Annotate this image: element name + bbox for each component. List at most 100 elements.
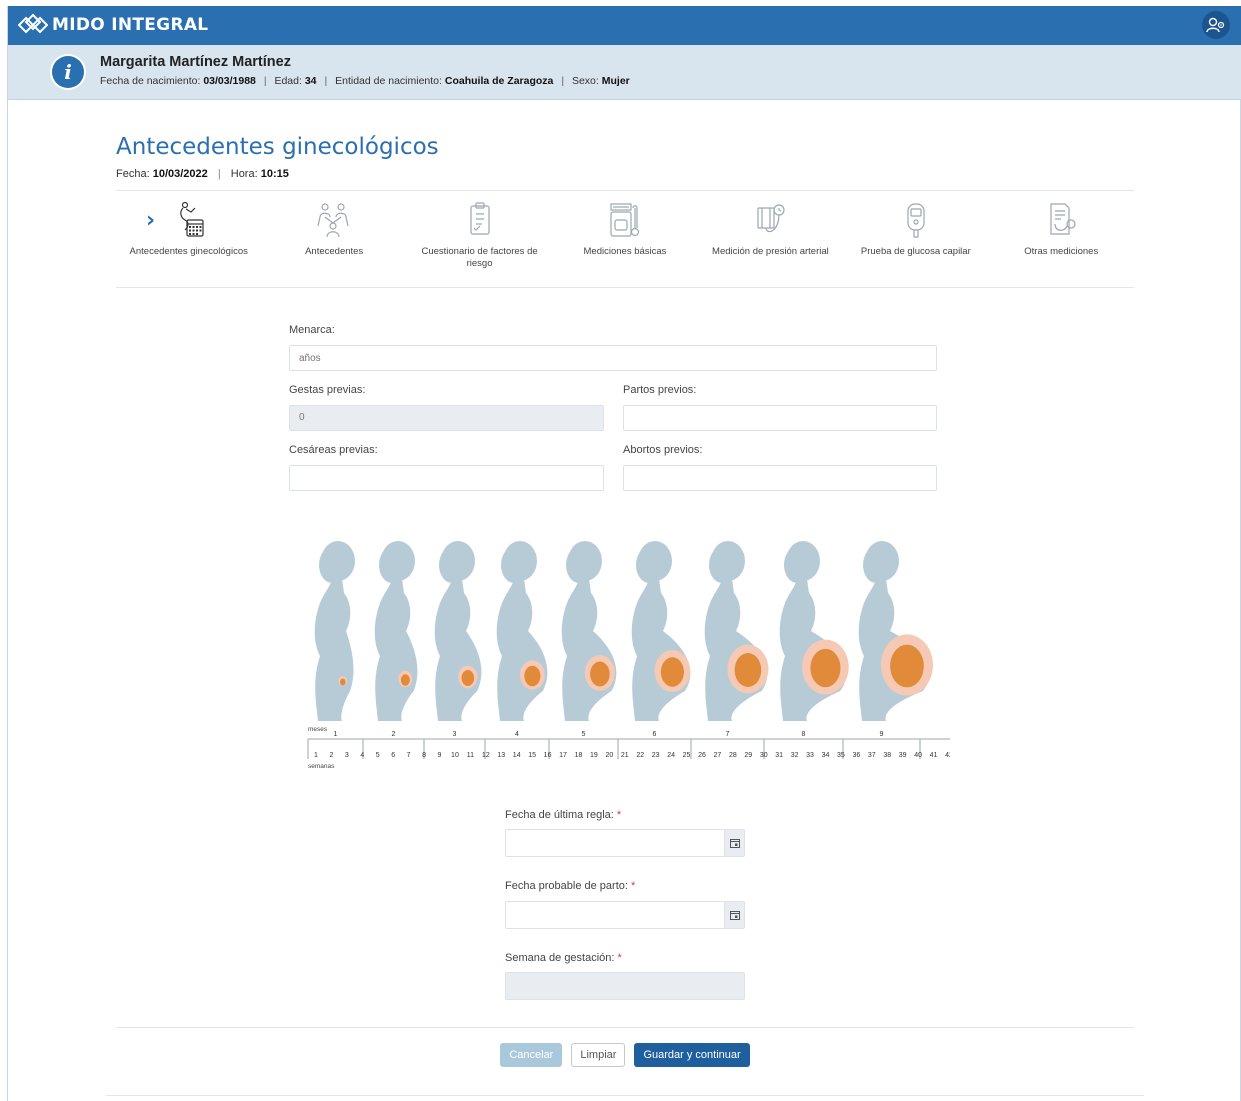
app-frame: MIDO INTEGRAL i Margarita Martínez Martí… — [7, 6, 1241, 1101]
fur-label: Fecha de última regla: * — [505, 809, 621, 821]
month-tick-label: 9 — [880, 731, 884, 738]
time-value: 10:15 — [260, 168, 289, 180]
week-tick-label: 2 — [329, 752, 333, 759]
fpp-label: Fecha probable de parto: * — [505, 880, 635, 892]
abortos-label: Abortos previos: — [623, 444, 703, 456]
month-tick-label: 3 — [453, 731, 457, 738]
step-mediciones-basicas[interactable]: Mediciones básicas — [552, 191, 697, 287]
month-tick-label: 6 — [653, 731, 657, 738]
week-tick-label: 13 — [497, 752, 505, 759]
silhouette-hair — [784, 547, 810, 583]
week-tick-label: 39 — [899, 752, 907, 759]
pregnancy-stages-illustration: meses semanas 1 2 3 4 5 6 7 8 9 1 2 3 4 5 6 7 8 9 10 11 12 13 14… — [300, 531, 955, 771]
step-antecedentes-ginecologicos[interactable]: › Antecedentes ginecológicos — [116, 191, 261, 287]
month-tick-label: 1 — [334, 731, 338, 738]
clear-button[interactable]: Limpiar — [571, 1043, 626, 1067]
steps-nav: › Antecedentes ginecológicos Antecedente… — [116, 190, 1134, 288]
week-tick-label: 10 — [451, 752, 459, 759]
week-tick-label: 7 — [407, 752, 411, 759]
required-mark: * — [617, 952, 622, 964]
week-tick-label: 14 — [513, 752, 521, 759]
scale-thermometer-icon — [610, 203, 640, 237]
birth-label: Fecha de nacimiento: — [100, 75, 201, 87]
cesareas-input[interactable] — [289, 465, 604, 491]
silhouette-body — [496, 579, 548, 721]
step-cuestionario[interactable]: Cuestionario de factores de riesgo — [407, 191, 552, 287]
entity-value: Coahuila de Zaragoza — [444, 75, 554, 87]
week-tick-label: 41 — [930, 752, 938, 759]
week-tick-label: 11 — [467, 752, 474, 759]
logo-icon — [18, 13, 48, 34]
step-glucosa-capilar[interactable]: Prueba de glucosa capilar — [843, 191, 988, 287]
silhouette-hair — [379, 547, 405, 583]
silhouette-body — [434, 579, 482, 721]
menarca-input[interactable] — [289, 345, 937, 371]
gestas-input[interactable]: 0 — [289, 405, 604, 431]
silhouette-hair — [709, 547, 735, 583]
divider — [116, 1027, 1134, 1028]
week-tick-label: 35 — [837, 752, 845, 759]
week-tick-label: 29 — [744, 752, 752, 759]
patient-name: Margarita Martínez Martínez — [100, 54, 291, 70]
week-tick-label: 27 — [714, 752, 722, 759]
fur-calendar-button[interactable] — [724, 830, 744, 856]
abortos-input[interactable] — [623, 465, 937, 491]
blood-pressure-icon — [757, 204, 785, 233]
app-logo[interactable]: MIDO INTEGRAL — [18, 12, 208, 38]
fpp-calendar-button[interactable] — [724, 902, 744, 928]
week-tick-label: 36 — [852, 752, 860, 759]
user-settings-button[interactable] — [1202, 11, 1230, 39]
date-label: Fecha: — [116, 168, 150, 180]
partos-input[interactable] — [623, 405, 937, 431]
month-tick-label: 4 — [515, 731, 519, 738]
age-label: Edad: — [274, 75, 302, 87]
step-otras-mediciones[interactable]: Otras mediciones — [989, 191, 1134, 287]
required-mark: * — [616, 809, 622, 821]
info-icon: i — [52, 56, 84, 88]
silhouette-body — [314, 579, 354, 721]
fetus — [524, 665, 541, 687]
birth-value: 03/03/1988 — [203, 75, 256, 87]
week-tick-label: 9 — [438, 752, 442, 759]
step-antecedentes[interactable]: Antecedentes — [261, 191, 406, 287]
step-presion-arterial[interactable]: Medición de presión arterial — [698, 191, 843, 287]
week-tick-label: 20 — [605, 752, 613, 759]
week-tick-label: 30 — [760, 752, 768, 759]
fur-date-input[interactable] — [505, 829, 745, 857]
fur-label-text: Fecha de última regla: — [505, 809, 614, 821]
month-tick-label: 5 — [582, 731, 586, 738]
semana-input[interactable] — [505, 972, 745, 1000]
step-label: Otras mediciones — [1024, 246, 1099, 257]
week-tick-label: 24 — [667, 752, 675, 759]
silhouette-hair — [439, 547, 465, 583]
partos-label: Partos previos: — [623, 384, 697, 396]
separator: | — [217, 168, 221, 180]
silhouette-hair — [636, 547, 662, 583]
separator: | — [561, 75, 565, 87]
week-tick-label: 25 — [683, 752, 691, 759]
fetus — [400, 674, 410, 686]
footer-divider — [106, 1095, 1144, 1096]
fetus — [340, 678, 346, 686]
week-tick-label: 3 — [345, 752, 349, 759]
fetus — [810, 648, 841, 688]
silhouette-hair — [501, 547, 527, 583]
week-tick-label: 12 — [482, 752, 490, 759]
month-tick-label: 8 — [802, 731, 806, 738]
month-tick-label: 2 — [392, 731, 396, 738]
save-continue-button[interactable]: Guardar y continuar — [634, 1043, 750, 1067]
week-tick-label: 31 — [775, 752, 783, 759]
step-label: Antecedentes — [305, 246, 364, 257]
date-value: 10/03/2022 — [152, 168, 208, 180]
fetus — [590, 661, 610, 687]
month-tick-label: 7 — [726, 731, 730, 738]
page-title: Antecedentes ginecológicos — [116, 134, 439, 160]
form-actions: Cancelar Limpiar Guardar y continuar — [8, 1043, 1241, 1067]
silhouette-hair — [863, 547, 889, 583]
fetus — [660, 657, 684, 687]
week-tick-label: 16 — [544, 752, 552, 759]
separator: | — [324, 75, 328, 87]
fpp-date-input[interactable] — [505, 901, 745, 929]
cancel-button[interactable]: Cancelar — [500, 1043, 563, 1067]
week-tick-label: 22 — [636, 752, 644, 759]
